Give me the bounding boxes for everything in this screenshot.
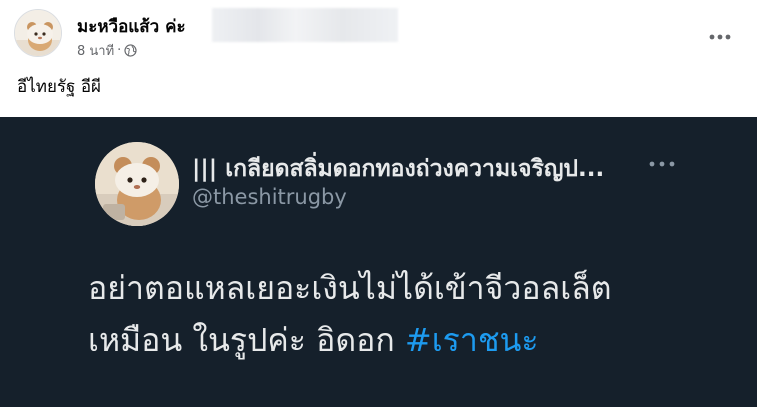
tweet-body-text: เหมือน ในรูปค่ะ อิดอก — [88, 321, 405, 359]
more-horizontal-icon — [709, 34, 731, 40]
tweet-body: อย่าตอแหลเยอะเงินไม่ได้เข้าจีวอลเล็ต เหม… — [88, 262, 728, 366]
tweet-author-avatar — [95, 142, 179, 226]
tweet-handle: @theshitrugby — [192, 185, 347, 209]
author-name[interactable]: มะหวือแส้ว ค่ะ — [77, 13, 186, 40]
tweet-body-line-1: อย่าตอแหลเยอะเงินไม่ได้เข้าจีวอลเล็ต — [88, 269, 612, 307]
tweet-options-button — [647, 153, 677, 175]
post-meta: 8 นาที · — [77, 40, 137, 61]
author-avatar[interactable] — [14, 9, 62, 57]
tweet-hashtag: #เราชนะ — [404, 321, 539, 359]
meta-separator: · — [117, 43, 122, 58]
tweet-body-line-2: เหมือน ในรูปค่ะ อิดอก #เราชนะ — [88, 314, 728, 366]
post-options-button[interactable] — [703, 20, 737, 54]
tweet-display-name: ||| เกลียดสลิ่มดอกทองถ่วงความเจริญป... — [192, 156, 605, 182]
redacted-name-blur — [212, 8, 398, 42]
post-text: อีไทยรัฐ อีผี — [17, 77, 102, 97]
facebook-post: มะหวือแส้ว ค่ะ 8 นาที · อีไทยรัฐ อีผี — [0, 0, 757, 117]
more-horizontal-icon — [649, 161, 675, 167]
post-timestamp[interactable]: 8 นาที — [77, 40, 114, 61]
globe-icon[interactable] — [124, 44, 137, 57]
tweet-screenshot-image[interactable]: ||| เกลียดสลิ่มดอกทองถ่วงความเจริญป... @… — [0, 117, 757, 407]
